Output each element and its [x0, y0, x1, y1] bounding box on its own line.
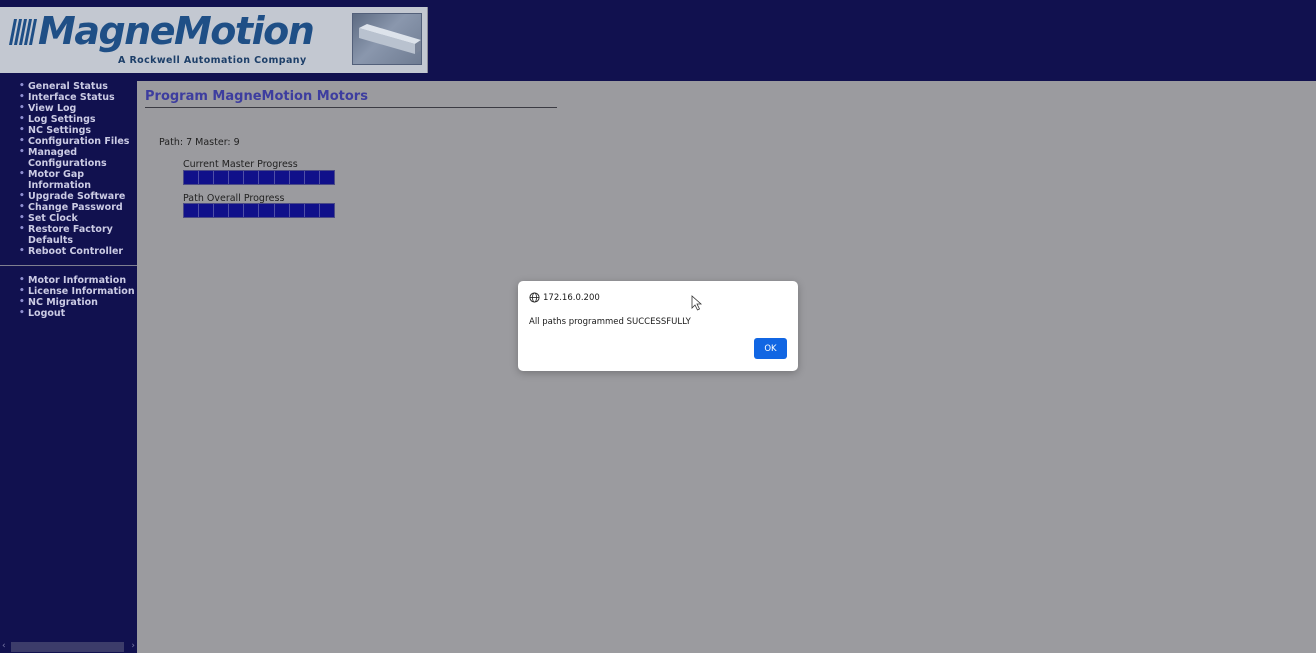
nav-item-view-log[interactable]: • View Log — [0, 103, 137, 114]
title-underline — [145, 107, 557, 108]
bullet-icon: • — [19, 191, 25, 201]
nav-divider — [0, 265, 137, 266]
nav-item-reboot-controller[interactable]: • Reboot Controller — [0, 246, 137, 257]
nav-list-main: • General Status • Interface Status • View … — [0, 81, 137, 257]
page-title: Program MagneMotion Motors — [145, 89, 368, 104]
horizontal-scrollbar[interactable]: ‹ › — [0, 641, 137, 653]
nav-item-label: Logout — [28, 308, 66, 319]
bullet-icon: • — [19, 125, 25, 135]
bullet-icon: • — [19, 275, 25, 285]
current-master-progress-bar — [183, 170, 335, 185]
bullet-icon: • — [19, 81, 25, 91]
nav-item-label: Managed Configurations — [28, 147, 107, 169]
logo-tagline: A Rockwell Automation Company — [118, 55, 307, 66]
nav-item-motor-information[interactable]: • Motor Information — [0, 275, 135, 286]
bullet-icon: • — [19, 202, 25, 212]
nav-item-label: Interface Status — [28, 92, 115, 103]
alert-dialog: 172.16.0.200 All paths programmed SUCCES… — [518, 281, 798, 371]
path-overall-progress-bar — [183, 203, 335, 218]
scrollbar-thumb[interactable] — [11, 642, 124, 652]
bullet-icon: • — [19, 308, 25, 318]
nav-item-label: Motor Information — [28, 275, 127, 286]
ok-button[interactable]: OK — [754, 338, 787, 359]
sidebar-nav: • General Status • Interface Status • View … — [0, 81, 137, 653]
logo-stripes-icon — [9, 19, 37, 45]
bullet-icon: • — [19, 92, 25, 102]
logo-wordmark: MagneMotion — [38, 9, 315, 53]
nav-item-label: Change Password — [28, 202, 123, 213]
bullet-icon: • — [19, 224, 25, 234]
bullet-icon: • — [19, 213, 25, 223]
nav-item-log-settings[interactable]: • Log Settings — [0, 114, 137, 125]
nav-item-logout[interactable]: • Logout — [0, 308, 135, 319]
bullet-icon: • — [19, 169, 25, 179]
nav-item-nc-settings[interactable]: • NC Settings — [0, 125, 137, 136]
current-master-progress-label: Current Master Progress — [183, 159, 298, 170]
nav-item-motor-gap-information[interactable]: • Motor Gap Information — [0, 169, 137, 191]
nav-item-label: Log Settings — [28, 114, 96, 125]
path-info: Path: 7 Master: 9 — [159, 137, 240, 148]
nav-item-nc-migration[interactable]: • NC Migration — [0, 297, 135, 308]
globe-icon — [529, 292, 540, 303]
nav-item-change-password[interactable]: • Change Password — [0, 202, 137, 213]
nav-item-label: General Status — [28, 81, 108, 92]
nav-item-upgrade-software[interactable]: • Upgrade Software — [0, 191, 137, 202]
bullet-icon: • — [19, 297, 25, 307]
nav-item-configuration-files[interactable]: • Configuration Files — [0, 136, 137, 147]
dialog-message: All paths programmed SUCCESSFULLY — [529, 317, 691, 327]
nav-item-label: Restore Factory Defaults — [28, 224, 113, 246]
bullet-icon: • — [19, 147, 25, 157]
bullet-icon: • — [19, 103, 25, 113]
nav-item-general-status[interactable]: • General Status — [0, 81, 137, 92]
logo-banner: MagneMotion A Rockwell Automation Compan… — [0, 7, 428, 73]
nav-item-label: View Log — [28, 103, 77, 114]
nav-item-managed-configurations[interactable]: • Managed Configurations — [0, 147, 137, 169]
mouse-cursor-icon — [691, 295, 703, 311]
dialog-origin: 172.16.0.200 — [543, 293, 600, 303]
nav-item-label: NC Migration — [28, 297, 98, 308]
nav-item-set-clock[interactable]: • Set Clock — [0, 213, 137, 224]
nav-item-restore-factory-defaults[interactable]: • Restore Factory Defaults — [0, 224, 137, 246]
nav-item-label: Configuration Files — [28, 136, 130, 147]
product-image — [352, 13, 422, 65]
bullet-icon: • — [19, 246, 25, 256]
bullet-icon: • — [19, 286, 25, 296]
nav-item-label: Motor Gap Information — [28, 169, 92, 191]
bullet-icon: • — [19, 136, 25, 146]
nav-item-label: NC Settings — [28, 125, 92, 136]
nav-item-interface-status[interactable]: • Interface Status — [0, 92, 137, 103]
nav-item-label: Upgrade Software — [28, 191, 126, 202]
scroll-right-arrow-icon[interactable]: › — [131, 641, 135, 651]
scroll-left-arrow-icon[interactable]: ‹ — [2, 641, 6, 651]
nav-item-label: Reboot Controller — [28, 246, 124, 257]
nav-item-label: Set Clock — [28, 213, 78, 224]
nav-item-label: License Information — [28, 286, 135, 297]
nav-list-secondary: • Motor Information • License Information … — [0, 275, 135, 319]
bullet-icon: • — [19, 114, 25, 124]
nav-item-license-information[interactable]: • License Information — [0, 286, 135, 297]
